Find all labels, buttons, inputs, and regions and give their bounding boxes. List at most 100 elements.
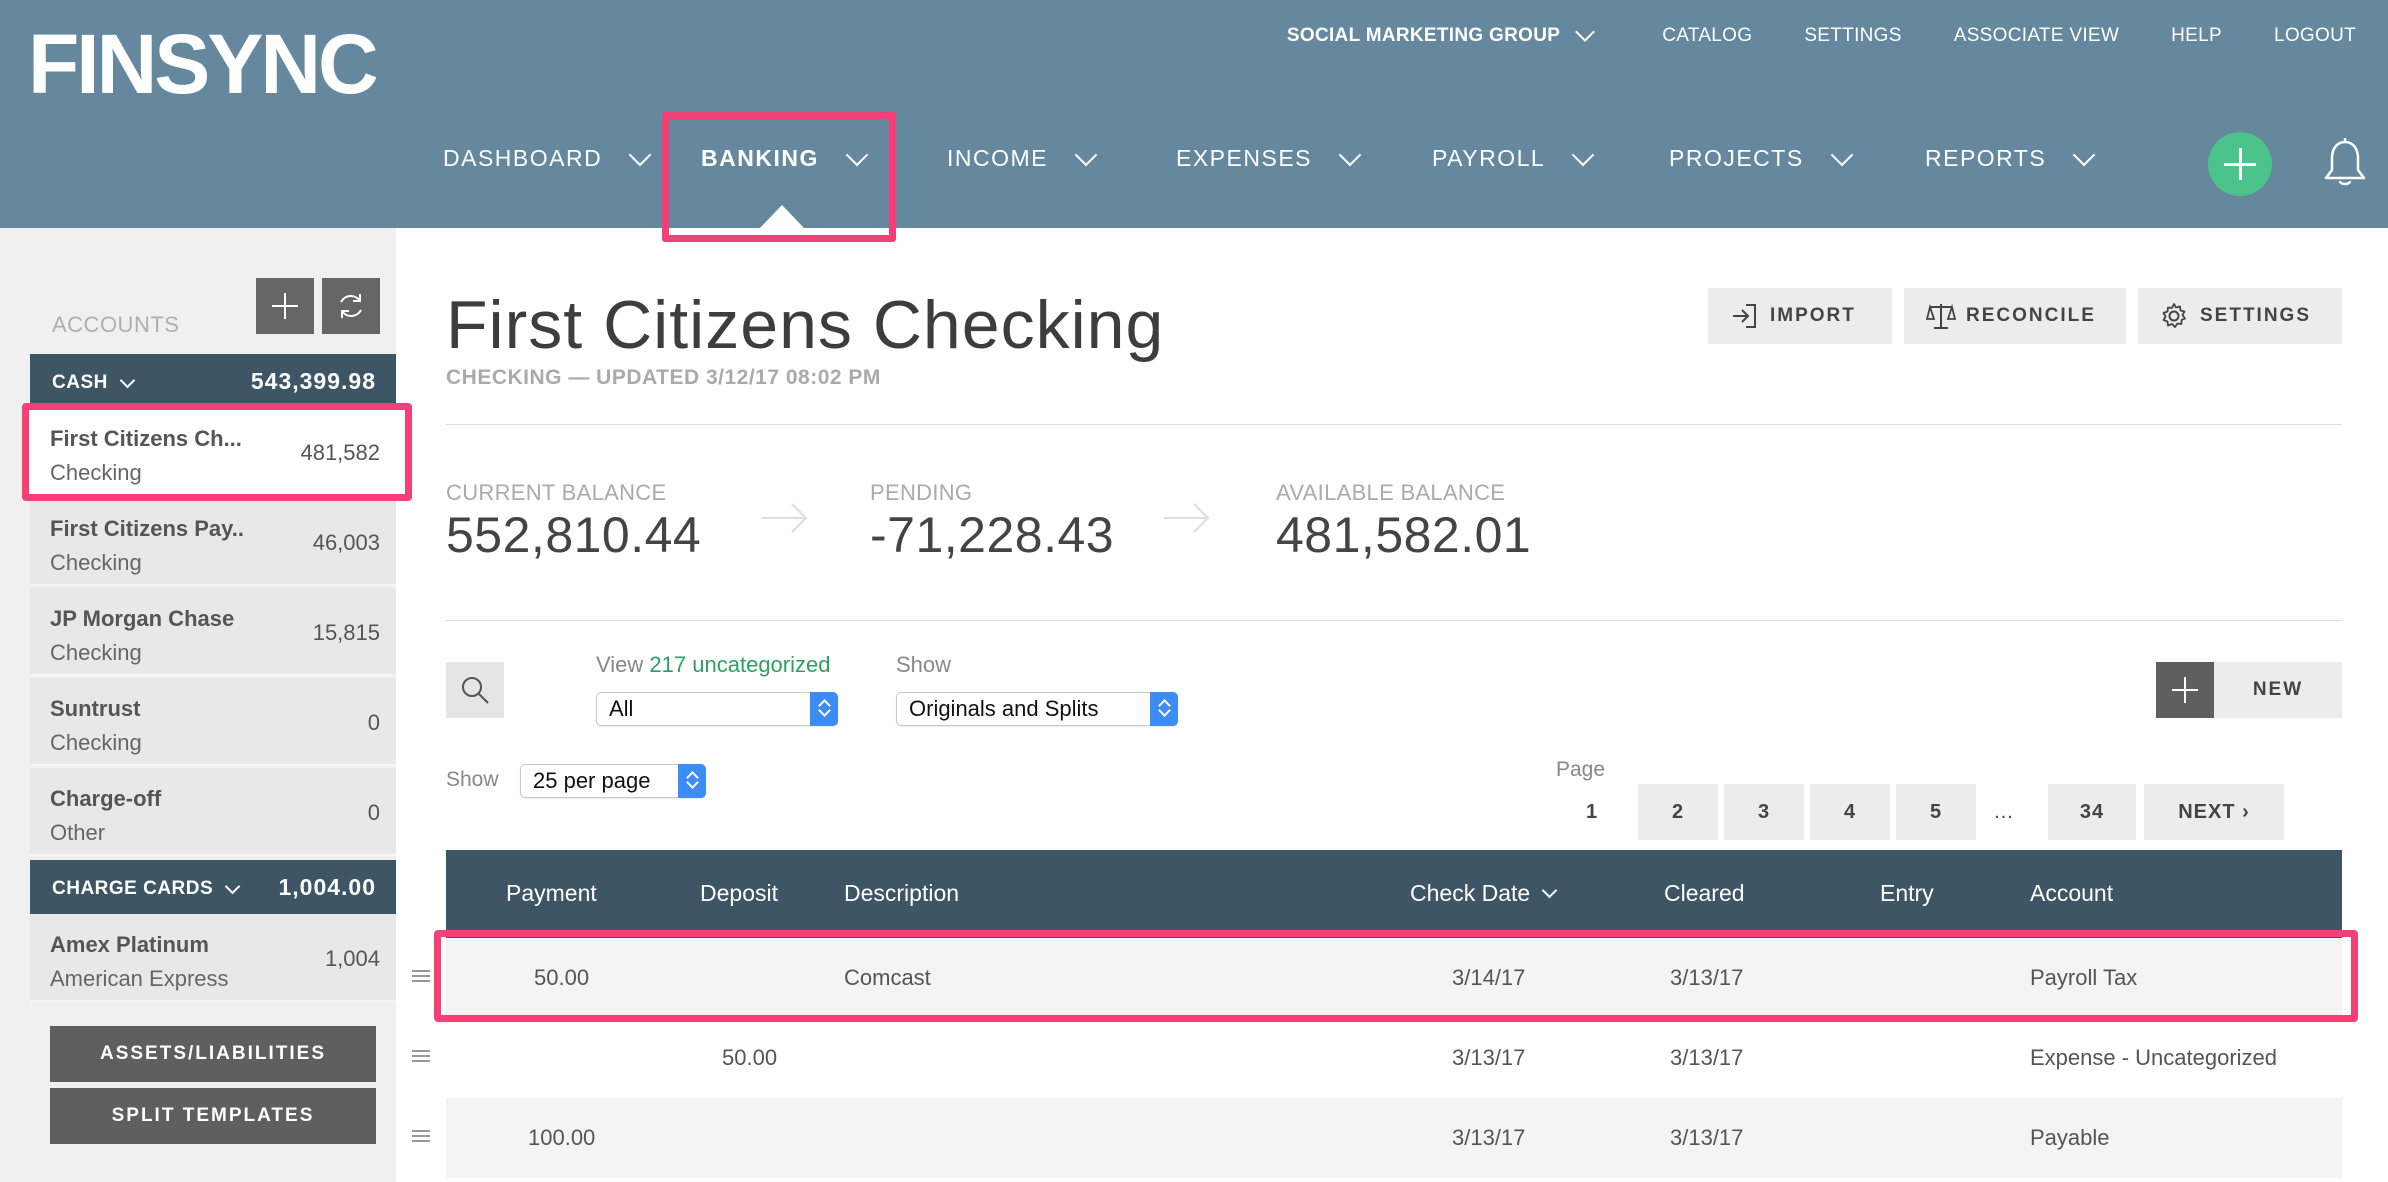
table-row[interactable]: 50.00 3/13/17 3/13/17 Expense - Uncatego… xyxy=(446,1018,2342,1098)
drag-handle-icon[interactable] xyxy=(412,1130,430,1142)
group-cash[interactable]: CASH 543,399.98 xyxy=(30,354,396,408)
account-balance: 1,004 xyxy=(324,946,380,971)
col-account[interactable]: Account xyxy=(2030,880,2113,907)
current-balance-label: CURRENT BALANCE xyxy=(446,480,667,505)
chevron-down-icon xyxy=(119,372,136,388)
pending-value: -71,228.43 xyxy=(870,507,1115,563)
top-nav: SOCIAL MARKETING GROUP CATALOG SETTINGS … xyxy=(1287,22,2388,50)
account-suntrust[interactable]: Suntrust Checking 0 xyxy=(30,678,396,766)
show-filter-select[interactable]: Originals and Splits xyxy=(896,692,1178,726)
help-link[interactable]: HELP xyxy=(2171,25,2222,47)
top-header: FINSYNC SOCIAL MARKETING GROUP CATALOG S… xyxy=(0,0,2388,242)
account-balance: 46,003 xyxy=(312,530,380,555)
catalog-link[interactable]: CATALOG xyxy=(1662,25,1752,47)
divider xyxy=(446,620,2342,621)
chevron-down-icon xyxy=(1571,143,1595,166)
nav-income-label: INCOME xyxy=(947,145,1048,171)
refresh-accounts-button[interactable] xyxy=(322,278,380,334)
nav-reports[interactable]: REPORTS xyxy=(1925,143,2096,172)
finsync-logo[interactable]: FINSYNC xyxy=(28,22,379,106)
page-5[interactable]: 5 xyxy=(1896,784,1976,840)
arrow-right-icon xyxy=(1164,503,1210,533)
select-arrows-icon xyxy=(1150,692,1178,726)
page-subtitle: CHECKING — UPDATED 3/12/17 08:02 PM xyxy=(446,366,881,389)
table-header: Payment Deposit Description Check Date C… xyxy=(446,850,2342,938)
nav-projects-label: PROJECTS xyxy=(1669,145,1804,171)
import-label: IMPORT xyxy=(1770,305,1856,326)
account-balance: 0 xyxy=(367,800,380,825)
table-row[interactable]: 100.00 3/13/17 3/13/17 Payable xyxy=(446,1098,2342,1178)
nav-projects[interactable]: PROJECTS xyxy=(1669,143,1854,172)
accounts-sidebar: ACCOUNTS CASH 543,399.98 First Citizens … xyxy=(0,228,396,1182)
account-charge-off[interactable]: Charge-off Other 0 xyxy=(30,768,396,856)
new-transaction-button[interactable]: NEW xyxy=(2214,662,2342,718)
chevron-down-icon xyxy=(1830,143,1854,166)
add-circle-icon[interactable] xyxy=(2208,132,2272,196)
show-filter-value: Originals and Splits xyxy=(909,696,1099,721)
drag-handle-icon[interactable] xyxy=(412,970,430,982)
per-page-select[interactable]: 25 per page xyxy=(520,764,706,798)
col-deposit[interactable]: Deposit xyxy=(700,880,778,907)
nav-dashboard[interactable]: DASHBOARD xyxy=(443,143,652,172)
split-templates-button[interactable]: SPLIT TEMPLATES xyxy=(50,1088,376,1144)
new-transaction-plus-button[interactable] xyxy=(2156,662,2214,718)
show-label: Show xyxy=(896,652,952,677)
account-amex-platinum[interactable]: Amex Platinum American Express 1,004 xyxy=(30,914,396,1002)
nav-income[interactable]: INCOME xyxy=(947,143,1098,172)
group-cash-name: CASH xyxy=(52,372,136,394)
logout-link[interactable]: LOGOUT xyxy=(2274,25,2356,47)
col-entry[interactable]: Entry xyxy=(1880,880,1934,907)
page-34[interactable]: 34 xyxy=(2048,784,2136,840)
drag-handle-icon[interactable] xyxy=(412,1050,430,1062)
reconcile-button[interactable]: RECONCILE xyxy=(1904,288,2126,344)
account-name: Suntrust xyxy=(50,696,141,721)
plus-icon xyxy=(272,293,298,319)
available-balance-value: 481,582.01 xyxy=(1276,507,1532,563)
arrow-right-icon xyxy=(762,503,808,533)
view-filter-select[interactable]: All xyxy=(596,692,838,726)
search-button[interactable] xyxy=(446,662,504,718)
search-icon xyxy=(462,677,489,704)
col-cleared[interactable]: Cleared xyxy=(1664,880,1745,907)
nav-payroll[interactable]: PAYROLL xyxy=(1432,143,1595,172)
account-type: Checking xyxy=(50,640,142,665)
cell-deposit: 50.00 xyxy=(722,1045,778,1070)
account-type: American Express xyxy=(50,966,229,991)
group-charge-cards[interactable]: CHARGE CARDS 1,004.00 xyxy=(30,860,396,914)
associate-view-link[interactable]: ASSOCIATE VIEW xyxy=(1954,25,2119,47)
page-2[interactable]: 2 xyxy=(1638,784,1718,840)
settings-label: SETTINGS xyxy=(2200,305,2312,326)
page-label: Page xyxy=(1556,758,1606,781)
uncategorized-link[interactable]: 217 uncategorized xyxy=(649,652,830,677)
uncategorized-count: 217 xyxy=(649,652,687,677)
group-cash-total: 543,399.98 xyxy=(250,368,376,394)
col-description[interactable]: Description xyxy=(844,880,959,907)
import-button[interactable]: IMPORT xyxy=(1708,288,1892,344)
settings-button[interactable]: SETTINGS xyxy=(2138,288,2342,344)
active-nav-caret xyxy=(760,205,804,228)
account-first-citizens-payroll[interactable]: First Citizens Pay.. Checking 46,003 xyxy=(30,498,396,586)
add-account-button[interactable] xyxy=(256,278,314,334)
assets-liabilities-button[interactable]: ASSETS/LIABILITIES xyxy=(50,1026,376,1082)
org-switcher[interactable]: SOCIAL MARKETING GROUP xyxy=(1287,22,1596,47)
col-check-date[interactable]: Check Date xyxy=(1410,880,1558,907)
bell-icon[interactable] xyxy=(2322,138,2368,188)
account-balance: 0 xyxy=(367,710,380,735)
page-ellipsis: ... xyxy=(1994,801,2014,823)
account-jp-morgan-chase[interactable]: JP Morgan Chase Checking 15,815 xyxy=(30,588,396,676)
chevron-down-icon xyxy=(1074,143,1098,166)
cell-cleared: 3/13/17 xyxy=(1670,1045,1744,1070)
view-uncategorized: View 217 uncategorized xyxy=(596,652,830,678)
page-1[interactable]: 1 xyxy=(1552,784,1632,840)
group-charge-cards-label: CHARGE CARDS xyxy=(52,878,214,899)
col-payment[interactable]: Payment xyxy=(506,880,597,907)
page-4[interactable]: 4 xyxy=(1810,784,1890,840)
nav-expenses[interactable]: EXPENSES xyxy=(1176,143,1362,172)
settings-link[interactable]: SETTINGS xyxy=(1804,25,1901,47)
cell-check-date: 3/13/17 xyxy=(1452,1125,1526,1150)
next-page-button[interactable]: NEXT › xyxy=(2144,784,2284,840)
selected-account-highlight xyxy=(22,403,412,501)
cell-check-date: 3/13/17 xyxy=(1452,1045,1526,1070)
account-type: Checking xyxy=(50,550,142,575)
page-3[interactable]: 3 xyxy=(1724,784,1804,840)
